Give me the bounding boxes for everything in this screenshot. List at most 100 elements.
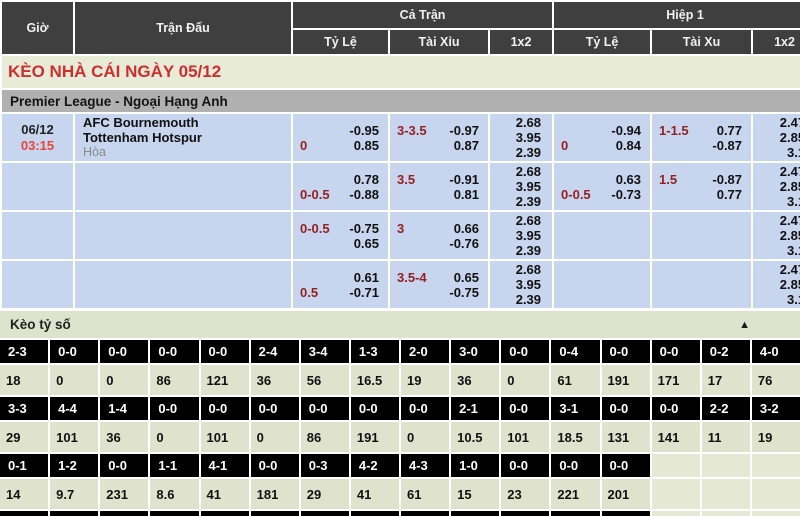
score-cell[interactable]: 3-4: [301, 340, 349, 363]
empty-cell: [752, 479, 800, 509]
odds-cell-ft-overunder[interactable]: 3.5-40.65-0.75: [390, 261, 488, 308]
score-cell[interactable]: 0-0: [652, 397, 700, 420]
odds-cell-h1-1x2[interactable]: 2.472.853.1: [753, 114, 800, 161]
odds-cell-h1-1x2[interactable]: 2.472.853.1: [753, 212, 800, 259]
score-cell[interactable]: 0-0: [551, 454, 599, 477]
odds-cell-ft-overunder-line: 3.5-0.91: [391, 172, 487, 187]
score-cell[interactable]: 2-1: [451, 397, 499, 420]
handicap-label: 3: [397, 221, 404, 236]
odds-cell-ft-overunder[interactable]: 30.66-0.76: [390, 212, 488, 259]
score-cell-partial: [602, 511, 650, 516]
score-cell[interactable]: 0-2: [702, 340, 750, 363]
score-cell[interactable]: 1-4: [100, 397, 148, 420]
score-cell[interactable]: 0-0: [351, 397, 399, 420]
odds-value: 0.61: [354, 270, 379, 285]
score-cell[interactable]: 0-0: [401, 397, 449, 420]
score-cell[interactable]: 4-1: [201, 454, 249, 477]
score-cell[interactable]: 0-0: [652, 340, 700, 363]
odds-cell-h1-overunder[interactable]: 1-1.50.77-0.87: [652, 114, 751, 161]
odds-row: 0-0.5-0.750.6530.66-0.762.683.952.39 2.47…: [2, 212, 800, 259]
score-cell[interactable]: 0-0: [50, 340, 98, 363]
score-cell[interactable]: 0-0: [301, 397, 349, 420]
score-cell[interactable]: 2-0: [401, 340, 449, 363]
odds-cell-ft-handicap[interactable]: 0.780-0.5-0.88: [293, 163, 388, 210]
score-cell[interactable]: 0-0: [100, 454, 148, 477]
odds-cell-ft-1x2[interactable]: 2.683.952.39: [490, 261, 552, 308]
score-cell[interactable]: 3-3: [0, 397, 48, 420]
handicap-label: 1.5: [659, 172, 677, 187]
odds-cell-ft-1x2[interactable]: 2.683.952.39: [490, 114, 552, 161]
score-cell[interactable]: 0-3: [301, 454, 349, 477]
score-section-bar: Kèo tỷ số ▲: [0, 311, 800, 338]
score-cell[interactable]: 0-4: [551, 340, 599, 363]
score-cell[interactable]: 0-0: [150, 397, 198, 420]
odds-value: -0.95: [349, 123, 379, 138]
score-cell[interactable]: 4-2: [351, 454, 399, 477]
score-cell[interactable]: 0-0: [201, 340, 249, 363]
odds-cell-ft-handicap-line: 0-0.5-0.75: [294, 221, 387, 236]
odds-cell-ft-overunder-line: -0.76: [391, 236, 487, 251]
score-cell[interactable]: 0-0: [602, 397, 650, 420]
score-cell-partial: [251, 511, 299, 516]
score-cell[interactable]: 1-2: [50, 454, 98, 477]
score-cell[interactable]: 0-0: [501, 454, 549, 477]
odds-value: -0.94: [611, 123, 641, 138]
score-odds-cell: 191: [351, 422, 399, 452]
score-cell[interactable]: 0-0: [100, 340, 148, 363]
match-name-cell[interactable]: AFC BournemouthTottenham HotspurHòa: [75, 114, 291, 161]
score-odds-cell: 181: [251, 479, 299, 509]
score-odds-cell: 15: [451, 479, 499, 509]
score-cell[interactable]: 0-0: [201, 397, 249, 420]
score-cell[interactable]: 1-3: [351, 340, 399, 363]
odds-cell-ft-1x2[interactable]: 2.683.952.39: [490, 212, 552, 259]
score-cell[interactable]: 3-0: [451, 340, 499, 363]
score-cell[interactable]: 3-2: [752, 397, 800, 420]
score-cell[interactable]: 0-0: [251, 454, 299, 477]
score-cell[interactable]: 2-4: [251, 340, 299, 363]
score-cell[interactable]: 0-0: [602, 454, 650, 477]
odds-cell-h1-overunder[interactable]: 1.5-0.870.77: [652, 163, 751, 210]
odds-cell-h1-handicap[interactable]: -0.9400.84: [554, 114, 650, 161]
collapse-arrow-icon[interactable]: ▲: [739, 319, 750, 331]
league-header: Premier League - Ngoại Hạng Anh: [2, 90, 800, 112]
score-cell[interactable]: 1-1: [150, 454, 198, 477]
odds-cell-ft-1x2[interactable]: 2.683.952.39: [490, 163, 552, 210]
score-cell[interactable]: 0-0: [501, 397, 549, 420]
score-odds-cell: 0: [401, 422, 449, 452]
handicap-label: 3.5-4: [397, 270, 427, 285]
odds-cell-ft-handicap[interactable]: 0.610.5-0.71: [293, 261, 388, 308]
score-odds-cell: 29: [0, 422, 48, 452]
score-cell[interactable]: 0-0: [602, 340, 650, 363]
score-cell[interactable]: 4-3: [401, 454, 449, 477]
odds-cell-ft-handicap[interactable]: -0.9500.85: [293, 114, 388, 161]
score-odds-cell: 14: [0, 479, 48, 509]
odds-value: 3.95: [491, 228, 551, 243]
match-name-cell: [75, 212, 291, 259]
odds-value: -0.97: [449, 123, 479, 138]
score-cell[interactable]: 0-0: [501, 340, 549, 363]
score-cell[interactable]: 2-2: [702, 397, 750, 420]
score-cell[interactable]: 3-1: [551, 397, 599, 420]
odds-cell-h1-overunder-line: 1.5-0.87: [653, 172, 750, 187]
score-cell[interactable]: 4-4: [50, 397, 98, 420]
score-cell[interactable]: 0-1: [0, 454, 48, 477]
handicap-label: 3-3.5: [397, 123, 427, 138]
odds-value: 2.85: [754, 277, 800, 292]
score-cell-partial: [501, 511, 549, 516]
handicap-label: 0-0.5: [300, 187, 330, 202]
odds-cell-h1-1x2[interactable]: 2.472.853.1: [753, 261, 800, 308]
score-odds-cell: 0: [501, 365, 549, 395]
match-kickoff-time: 03:15: [3, 138, 72, 154]
score-cell[interactable]: 1-0: [451, 454, 499, 477]
score-cell[interactable]: 2-3: [0, 340, 48, 363]
odds-cell-ft-overunder[interactable]: 3.5-0.910.81: [390, 163, 488, 210]
odds-cell-h1-handicap[interactable]: 0.630-0.5-0.73: [554, 163, 650, 210]
odds-cell-h1-1x2[interactable]: 2.472.853.1: [753, 163, 800, 210]
odds-cell-ft-handicap[interactable]: 0-0.5-0.750.65: [293, 212, 388, 259]
score-cell-partial: [652, 511, 700, 516]
header-sub-ft-taixiu: Tài Xỉu: [390, 30, 488, 54]
score-cell[interactable]: 4-0: [752, 340, 800, 363]
score-cell[interactable]: 0-0: [251, 397, 299, 420]
odds-cell-ft-overunder[interactable]: 3-3.5-0.970.87: [390, 114, 488, 161]
score-cell[interactable]: 0-0: [150, 340, 198, 363]
